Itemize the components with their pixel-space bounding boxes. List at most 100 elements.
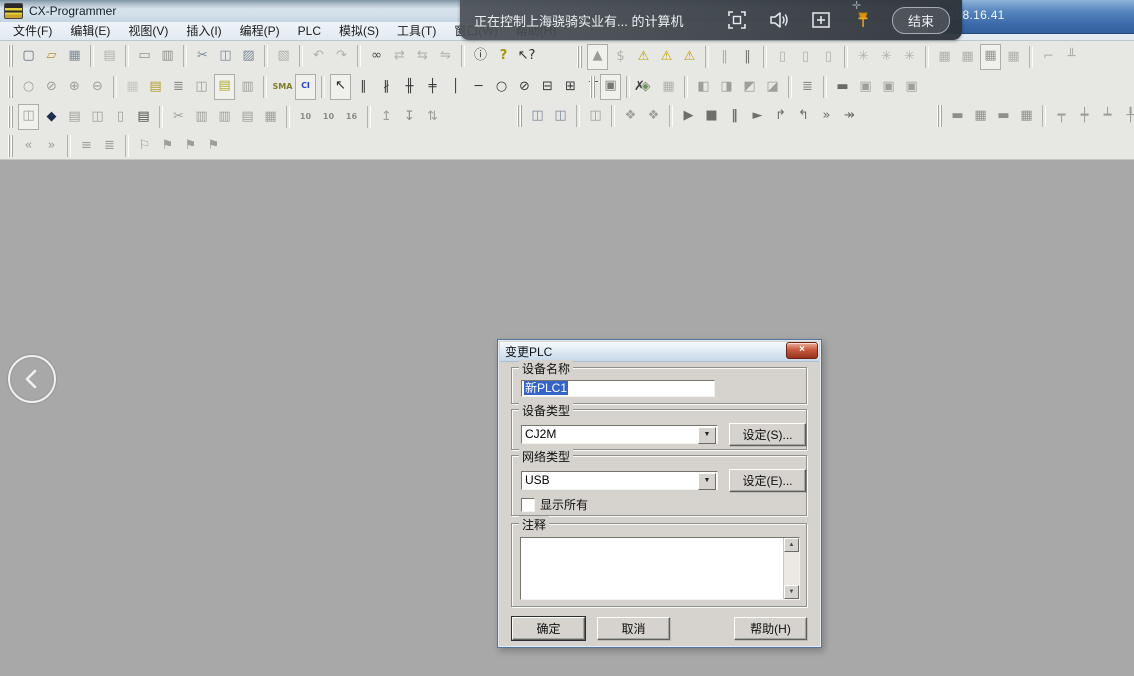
select-arrow-icon[interactable]: ↖ <box>330 74 351 100</box>
toolbar-drag-handle[interactable] <box>8 45 13 67</box>
work-online-icon[interactable]: ▲ <box>587 44 608 70</box>
properties-icon[interactable]: ▤ <box>133 105 154 129</box>
show-all-checkbox[interactable] <box>521 498 535 512</box>
rack-c-icon[interactable]: ▦ <box>980 44 1001 70</box>
rung-b-icon[interactable]: ┿ <box>1074 104 1095 128</box>
comment-scrollbar[interactable]: ▲ ▼ <box>783 538 799 599</box>
options-icon[interactable]: ▣ <box>600 74 621 100</box>
local-symbols-icon[interactable]: ≣ <box>168 75 189 99</box>
outdent-icon[interactable]: « <box>18 134 39 158</box>
monitor-warning-icon[interactable]: ⚠ <box>633 45 654 69</box>
compile-icon[interactable]: ◈ <box>635 75 656 99</box>
toolbar-drag-handle[interactable] <box>590 76 595 98</box>
help-icon[interactable]: ? <box>493 44 514 68</box>
new-closed-coil-icon[interactable]: ⊘ <box>514 75 535 99</box>
memory-card-icon[interactable]: ▦ <box>260 105 281 129</box>
new-function-block-icon[interactable]: ⊞ <box>560 75 581 99</box>
io-comment-ci-icon[interactable]: CI <box>295 74 316 100</box>
indent-icon[interactable]: » <box>41 134 62 158</box>
grid-icon[interactable]: ▦ <box>122 75 143 99</box>
back-overlay-button[interactable] <box>8 355 56 403</box>
cascade-window-icon[interactable]: ◫ <box>18 104 39 130</box>
run-to-end-icon[interactable]: ↠ <box>839 104 860 128</box>
replace-project-icon[interactable]: ⇆ <box>412 44 433 68</box>
rack-b-icon[interactable]: ▦ <box>957 45 978 69</box>
rung-a-icon[interactable]: ┯ <box>1051 104 1072 128</box>
edit-check-icon[interactable]: ◩ <box>739 75 760 99</box>
gear-a-icon[interactable]: ✳ <box>853 45 874 69</box>
toolbar-drag-handle[interactable] <box>8 76 13 98</box>
hex-icon[interactable]: 16 <box>341 105 362 129</box>
new-file-icon[interactable]: ▢ <box>18 44 39 68</box>
zoom-out-icon[interactable]: ⊖ <box>87 75 108 99</box>
plc-memory-icon[interactable]: ▥ <box>214 105 235 129</box>
add-window-icon[interactable] <box>808 7 834 33</box>
window-c-icon[interactable]: ▯ <box>110 105 131 129</box>
device-type-settings-button[interactable]: 设定(S)... <box>729 423 806 446</box>
find-icon[interactable]: ∞ <box>366 44 387 68</box>
sma-icon[interactable]: SMA <box>272 75 293 99</box>
verify-program-icon[interactable]: ◫ <box>585 104 606 128</box>
rung-comment-icon[interactable]: ≣ <box>99 134 120 158</box>
mnemonic-view-icon[interactable]: ▥ <box>237 75 258 99</box>
watch-window-icon[interactable]: ◫ <box>191 75 212 99</box>
transfer-to-plc-icon[interactable]: ◫ <box>527 104 548 128</box>
pause-b-icon[interactable]: ‖ <box>737 45 758 69</box>
rung-d-icon[interactable]: ╀ <box>1120 104 1134 128</box>
download-icon[interactable]: ↧ <box>399 105 420 129</box>
rung-list-icon[interactable]: ≡ <box>76 134 97 158</box>
save-icon[interactable]: ▦ <box>64 44 85 68</box>
menu-edit[interactable]: 编辑(E) <box>61 22 119 40</box>
window-a-icon[interactable]: ▤ <box>64 105 85 129</box>
auto-online-icon[interactable]: $ <box>610 45 631 69</box>
bookmark-next-icon[interactable]: ⚑ <box>157 134 178 158</box>
end-session-button[interactable]: 结束 <box>892 7 950 34</box>
network-type-settings-button[interactable]: 设定(E)... <box>729 469 806 492</box>
chevron-down-icon[interactable]: ▼ <box>698 473 716 490</box>
print-icon[interactable]: ▭ <box>134 44 155 68</box>
toolbar-drag-handle[interactable] <box>937 105 942 127</box>
speaker-icon[interactable] <box>766 7 792 33</box>
fullscreen-icon[interactable] <box>724 7 750 33</box>
split-icon[interactable]: ✂ <box>168 105 189 129</box>
step-in-icon[interactable]: ↱ <box>770 104 791 128</box>
pause-hand-a-icon[interactable]: ❖ <box>620 104 641 128</box>
redo-icon[interactable]: ↷ <box>331 44 352 68</box>
open-file-icon[interactable]: ▱ <box>41 44 62 68</box>
monitor-c-icon[interactable]: ▬ <box>993 104 1014 128</box>
step-next-icon[interactable]: ► <box>747 104 768 128</box>
transfer-doc-icon[interactable]: ▯ <box>772 45 793 69</box>
new-coil-icon[interactable]: ○ <box>491 75 512 99</box>
debug-warning-icon[interactable]: ⚠ <box>656 45 677 69</box>
menu-view[interactable]: 视图(V) <box>119 22 177 40</box>
review-b-icon[interactable]: ▣ <box>855 75 876 99</box>
bookmark-clear-icon[interactable]: ⚑ <box>203 134 224 158</box>
zoom-in-icon[interactable]: ⊕ <box>64 75 85 99</box>
copy-icon[interactable]: ◫ <box>215 44 236 68</box>
zoom-region-icon[interactable]: ⊘ <box>41 75 62 99</box>
step-shape-icon[interactable]: ⌐ <box>1038 45 1059 69</box>
decimal-icon[interactable]: 10 <box>295 105 316 129</box>
edit-add-icon[interactable]: ◪ <box>762 75 783 99</box>
new-or-closed-contact-icon[interactable]: ╪ <box>422 75 443 99</box>
network-type-select[interactable]: USB ▼ <box>521 471 718 490</box>
comment-textarea[interactable]: ▲ ▼ <box>520 537 800 600</box>
cut-icon[interactable]: ✂ <box>192 44 213 68</box>
chevron-down-icon[interactable]: ▼ <box>698 427 716 444</box>
toolbar-drag-handle[interactable] <box>517 105 522 127</box>
compare-doc-icon[interactable]: ▯ <box>795 45 816 69</box>
window-b-icon[interactable]: ◫ <box>87 105 108 129</box>
find-report-icon[interactable]: ▤ <box>99 44 120 68</box>
simulate-warning-icon[interactable]: ⚠ <box>679 45 700 69</box>
io-rung-icon[interactable]: ╨ <box>1061 45 1082 69</box>
find-replace-icon[interactable]: ⇄ <box>389 44 410 68</box>
bookmark-prev-icon[interactable]: ⚑ <box>180 134 201 158</box>
dialog-close-button[interactable]: × <box>786 342 818 359</box>
rack-a-icon[interactable]: ▦ <box>934 45 955 69</box>
review-a-icon[interactable]: ▬ <box>832 75 853 99</box>
paste-icon[interactable]: ▨ <box>238 44 259 68</box>
context-help-icon[interactable]: ↖? <box>516 44 537 68</box>
device-name-input[interactable]: 新PLC1 <box>521 380 715 397</box>
run-icon[interactable]: ▶ <box>678 104 699 128</box>
upload-icon[interactable]: ↥ <box>376 105 397 129</box>
